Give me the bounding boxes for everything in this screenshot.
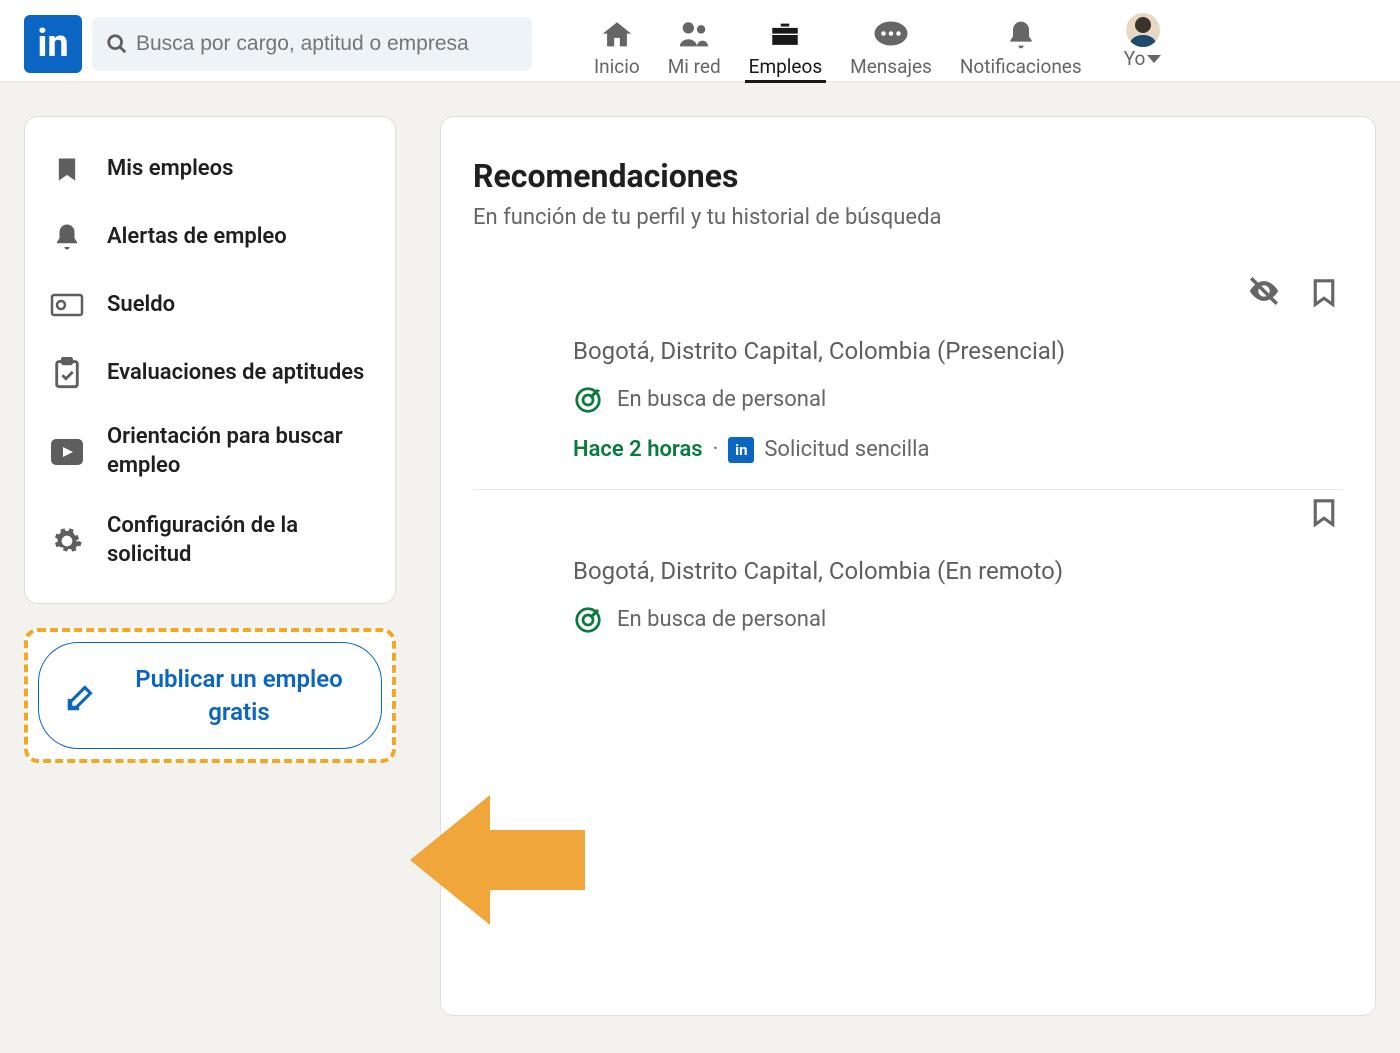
target-icon	[573, 605, 603, 635]
save-job-button[interactable]	[1309, 274, 1339, 314]
bookmark-icon	[49, 151, 85, 187]
nav-me[interactable]: Yo	[1106, 13, 1170, 74]
clipboard-check-icon	[49, 355, 85, 391]
bookmark-icon	[1309, 494, 1339, 530]
page-title: Recomendaciones	[473, 157, 1343, 195]
people-icon	[677, 17, 711, 53]
money-icon	[49, 287, 85, 323]
sidebar-item-label: Mis empleos	[107, 155, 233, 184]
briefcase-icon	[768, 17, 802, 53]
post-job-highlight: Publicar un empleo gratis	[24, 628, 396, 763]
nav-notifications[interactable]: Notificaciones	[946, 6, 1096, 82]
sidebar-item-label: Configuración de la solicitud	[107, 512, 371, 569]
sidebar-item-label: Evaluaciones de aptitudes	[107, 359, 364, 388]
nav-network[interactable]: Mi red	[654, 6, 735, 82]
job-card[interactable]: Bogotá, Distrito Capital, Colombia (Pres…	[473, 270, 1343, 490]
job-location: Bogotá, Distrito Capital, Colombia (Pres…	[573, 334, 1233, 369]
sidebar-item-label: Alertas de empleo	[107, 223, 287, 252]
save-job-button[interactable]	[1309, 494, 1339, 534]
sidebar-item-job-seeker-guidance[interactable]: Orientación para buscar empleo	[35, 407, 385, 496]
nav-items: Inicio Mi red Empleos Mensajes Notificac…	[580, 6, 1096, 82]
post-job-button[interactable]: Publicar un empleo gratis	[38, 642, 382, 749]
hiring-status: En busca de personal	[617, 387, 826, 412]
page-subtitle: En función de tu perfil y tu historial d…	[473, 205, 1343, 230]
avatar	[1126, 13, 1160, 47]
sidebar-item-job-alerts[interactable]: Alertas de empleo	[35, 203, 385, 271]
nav-label: Notificaciones	[960, 55, 1082, 78]
nav-messages[interactable]: Mensajes	[836, 6, 946, 82]
nav-home[interactable]: Inicio	[580, 6, 654, 82]
top-nav-bar: in Inicio Mi red Empleos Me	[0, 0, 1400, 82]
sidebar-item-application-settings[interactable]: Configuración de la solicitud	[35, 496, 385, 585]
job-card[interactable]: Bogotá, Distrito Capital, Colombia (En r…	[473, 490, 1343, 661]
nav-me-label: Yo	[1124, 47, 1146, 70]
bell-icon	[1005, 17, 1037, 53]
time-posted: Hace 2 horas	[573, 437, 703, 462]
message-icon	[873, 17, 909, 53]
eye-off-icon	[1245, 274, 1283, 308]
nav-label: Mi red	[668, 55, 721, 78]
easy-apply-label: Solicitud sencilla	[764, 437, 929, 462]
bell-icon	[49, 219, 85, 255]
search-icon	[106, 33, 128, 55]
linkedin-logo[interactable]: in	[24, 15, 82, 73]
linkedin-badge-icon: in	[728, 437, 754, 463]
nav-label: Inicio	[594, 55, 640, 78]
search-input[interactable]	[136, 32, 518, 56]
edit-icon	[65, 679, 99, 713]
jobs-sidebar: Mis empleos Alertas de empleo Sueldo Eva…	[24, 116, 396, 604]
gear-icon	[49, 523, 85, 559]
hiring-status: En busca de personal	[617, 607, 826, 632]
separator: ·	[713, 437, 719, 462]
target-icon	[573, 385, 603, 415]
sidebar-item-salary[interactable]: Sueldo	[35, 271, 385, 339]
chevron-down-icon	[1147, 55, 1161, 63]
bookmark-icon	[1309, 274, 1339, 310]
sidebar-item-label: Sueldo	[107, 291, 175, 320]
nav-label: Mensajes	[850, 55, 932, 78]
annotation-arrow-icon	[410, 785, 590, 935]
nav-label: Empleos	[749, 55, 822, 78]
post-job-label: Publicar un empleo gratis	[123, 663, 355, 728]
home-icon	[600, 17, 634, 53]
search-box[interactable]	[92, 17, 532, 71]
sidebar-item-skill-assessments[interactable]: Evaluaciones de aptitudes	[35, 339, 385, 407]
nav-jobs[interactable]: Empleos	[735, 6, 836, 82]
sidebar-item-my-jobs[interactable]: Mis empleos	[35, 135, 385, 203]
job-location: Bogotá, Distrito Capital, Colombia (En r…	[573, 554, 1233, 589]
sidebar-item-label: Orientación para buscar empleo	[107, 423, 371, 480]
hide-job-button[interactable]	[1245, 274, 1283, 314]
play-icon	[49, 434, 85, 470]
